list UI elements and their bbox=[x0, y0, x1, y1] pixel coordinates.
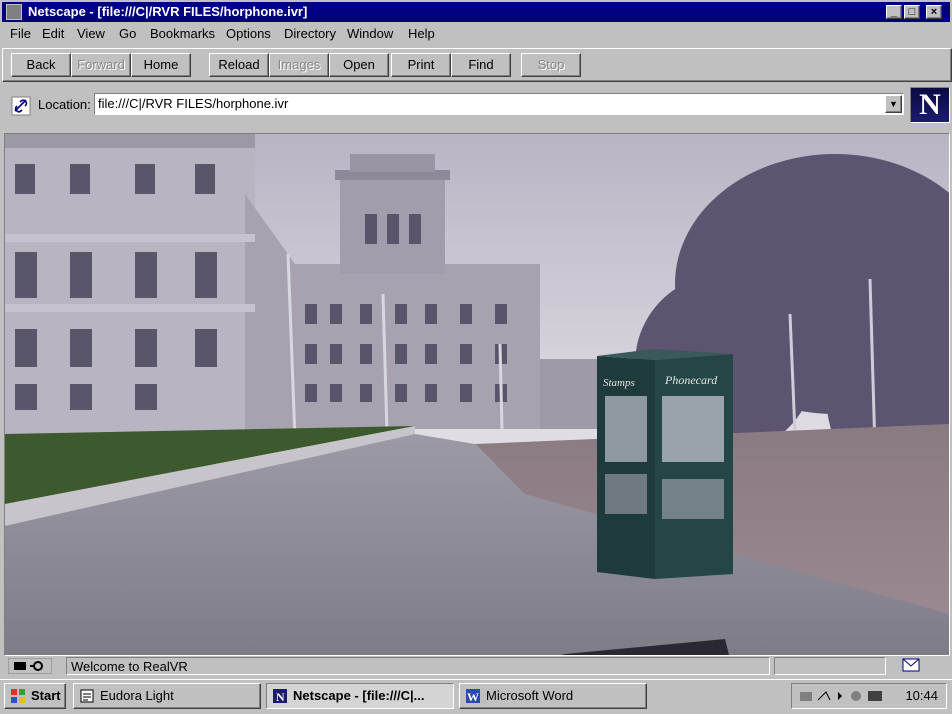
start-label: Start bbox=[31, 688, 61, 703]
netscape-logo[interactable]: N bbox=[910, 87, 950, 123]
window-title: Netscape - [file:///C|/RVR FILES/horphon… bbox=[28, 4, 308, 19]
eudora-icon bbox=[80, 689, 94, 703]
images-button[interactable]: Images bbox=[269, 53, 329, 77]
kiosk-sign-phonecard: Phonecard bbox=[664, 373, 718, 387]
task-label: Microsoft Word bbox=[486, 688, 574, 703]
netscape-app-icon[interactable] bbox=[6, 4, 22, 20]
title-bar[interactable]: Netscape - [file:///C|/RVR FILES/horphon… bbox=[2, 2, 950, 22]
navigation-toolbar: Back Forward Home Reload Images Open Pri… bbox=[2, 48, 952, 82]
task-label: Netscape - [file:///C|... bbox=[293, 688, 425, 703]
svg-text:W: W bbox=[467, 690, 479, 704]
task-microsoft-word[interactable]: W Microsoft Word bbox=[459, 683, 647, 709]
mail-icon[interactable] bbox=[902, 658, 920, 672]
clock[interactable]: 10:44 bbox=[905, 684, 938, 708]
menu-bookmarks[interactable]: Bookmarks bbox=[150, 26, 215, 42]
find-button[interactable]: Find bbox=[451, 53, 511, 77]
minimize-button[interactable]: _ bbox=[886, 5, 902, 19]
bookmark-link-icon[interactable] bbox=[11, 96, 31, 116]
windows-taskbar: Start Eudora Light N Netscape - [file://… bbox=[0, 679, 952, 714]
realvr-panorama-viewport[interactable]: Stamps Phonecard bbox=[4, 133, 950, 656]
word-icon: W bbox=[466, 689, 480, 704]
task-netscape[interactable]: N Netscape - [file:///C|... bbox=[266, 683, 454, 709]
maximize-button[interactable]: □ bbox=[904, 5, 920, 19]
system-tray: 10:44 bbox=[791, 683, 947, 709]
security-key-icon[interactable] bbox=[8, 658, 52, 674]
home-button[interactable]: Home bbox=[131, 53, 191, 77]
menu-window[interactable]: Window bbox=[347, 26, 393, 42]
location-input[interactable]: file:///C|/RVR FILES/horphone.ivr ▼ bbox=[94, 93, 904, 115]
menu-bar: File Edit View Go Bookmarks Options Dire… bbox=[2, 23, 950, 45]
menu-edit[interactable]: Edit bbox=[42, 26, 64, 42]
menu-view[interactable]: View bbox=[77, 26, 105, 42]
menu-directory[interactable]: Directory bbox=[284, 26, 336, 42]
left-building bbox=[5, 134, 295, 434]
back-button[interactable]: Back bbox=[11, 53, 71, 77]
windows-logo-icon bbox=[11, 689, 25, 703]
location-label: Location: bbox=[38, 97, 91, 112]
stop-button[interactable]: Stop bbox=[521, 53, 581, 77]
status-bar: Welcome to RealVR bbox=[2, 656, 950, 676]
menu-go[interactable]: Go bbox=[119, 26, 136, 42]
menu-file[interactable]: File bbox=[10, 26, 31, 42]
svg-text:N: N bbox=[276, 690, 285, 704]
task-eudora-light[interactable]: Eudora Light bbox=[73, 683, 261, 709]
location-url: file:///C|/RVR FILES/horphone.ivr bbox=[98, 96, 289, 111]
close-button[interactable]: × bbox=[926, 5, 942, 19]
panorama-scene[interactable]: Stamps Phonecard bbox=[5, 134, 949, 655]
menu-options[interactable]: Options bbox=[226, 26, 271, 42]
task-label: Eudora Light bbox=[100, 688, 174, 703]
netscape-icon: N bbox=[273, 689, 287, 704]
menu-help[interactable]: Help bbox=[408, 26, 435, 42]
open-button[interactable]: Open bbox=[329, 53, 389, 77]
reload-button[interactable]: Reload bbox=[209, 53, 269, 77]
status-message: Welcome to RealVR bbox=[66, 657, 770, 675]
phone-kiosk: Stamps Phonecard bbox=[597, 349, 733, 579]
forward-button[interactable]: Forward bbox=[71, 53, 131, 77]
kiosk-sign-stamps: Stamps bbox=[603, 377, 635, 389]
location-bar: Location: file:///C|/RVR FILES/horphone.… bbox=[2, 86, 950, 124]
print-button[interactable]: Print bbox=[391, 53, 451, 77]
location-dropdown-button[interactable]: ▼ bbox=[885, 95, 902, 113]
tray-icons[interactable] bbox=[798, 688, 888, 704]
progress-indicator bbox=[774, 657, 886, 675]
start-button[interactable]: Start bbox=[4, 683, 66, 709]
